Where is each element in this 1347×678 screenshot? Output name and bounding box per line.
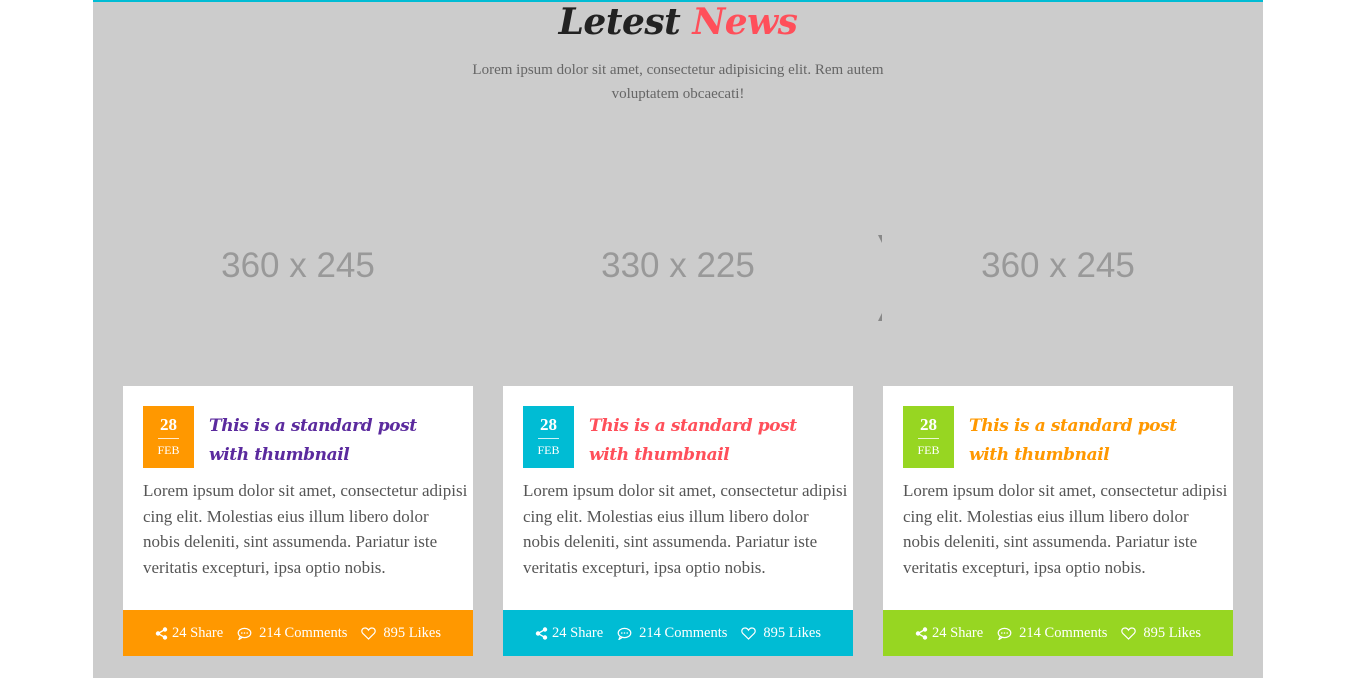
post-body: 28 FEB This is a standard post with thum… bbox=[883, 386, 1233, 610]
comments-link[interactable]: 214 Comments bbox=[237, 625, 347, 642]
share-count: 24 Share bbox=[932, 624, 984, 641]
comments-count: 214 Comments bbox=[639, 624, 728, 641]
date-divider bbox=[538, 438, 559, 439]
date-badge: 28 FEB bbox=[143, 406, 194, 468]
post-title-link[interactable]: This is a standard post with thumbnail bbox=[969, 412, 1219, 470]
comment-icon bbox=[997, 627, 1012, 640]
post-title-link[interactable]: This is a standard post with thumbnail bbox=[209, 412, 459, 470]
date-badge: 28 FEB bbox=[903, 406, 954, 468]
share-count: 24 Share bbox=[552, 624, 604, 641]
heart-icon bbox=[741, 626, 757, 640]
date-day: 28 bbox=[540, 415, 557, 434]
heading-word-1: Letest bbox=[558, 1, 681, 43]
likes-link[interactable]: 895 Likes bbox=[741, 625, 821, 642]
share-icon bbox=[915, 626, 928, 640]
likes-count: 895 Likes bbox=[763, 624, 821, 641]
post-title-link[interactable]: This is a standard post with thumbnail bbox=[589, 412, 839, 470]
comments-link[interactable]: 214 Comments bbox=[997, 625, 1107, 642]
share-icon bbox=[155, 626, 168, 640]
date-divider bbox=[158, 438, 179, 439]
post-meta-bar: 24 Share 214 Comments 895 Likes bbox=[883, 610, 1233, 656]
share-icon bbox=[535, 626, 548, 640]
share-link[interactable]: 24 Share bbox=[535, 625, 603, 642]
heart-icon bbox=[361, 626, 377, 640]
likes-link[interactable]: 895 Likes bbox=[361, 625, 441, 642]
comments-count: 214 Comments bbox=[1019, 624, 1108, 641]
thumbnail-placeholder-label: 360 x 245 bbox=[221, 245, 375, 285]
thumbnail-placeholder-label: 360 x 245 bbox=[981, 245, 1135, 285]
comment-icon bbox=[617, 627, 632, 640]
heading-word-2: News bbox=[692, 1, 798, 43]
post-thumbnail[interactable]: 330 x 225 bbox=[503, 145, 853, 386]
post-excerpt: Lorem ipsum dolor sit amet, consectetur … bbox=[143, 481, 468, 577]
date-day: 28 bbox=[160, 415, 177, 434]
post-body: 28 FEB This is a standard post with thum… bbox=[123, 386, 473, 610]
post-card: 360 x 245 28 FEB This is a standard post… bbox=[123, 145, 473, 656]
share-link[interactable]: 24 Share bbox=[155, 625, 223, 642]
post-body: 28 FEB This is a standard post with thum… bbox=[503, 386, 853, 610]
date-month: FEB bbox=[157, 443, 180, 457]
latest-news-section: Letest News Lorem ipsum dolor sit amet, … bbox=[93, 0, 1263, 678]
section-subtitle: Lorem ipsum dolor sit amet, consectetur … bbox=[472, 62, 884, 102]
share-count: 24 Share bbox=[172, 624, 224, 641]
post-card: 360 x 245 28 FEB This is a standard post… bbox=[883, 145, 1233, 656]
date-badge: 28 FEB bbox=[523, 406, 574, 468]
post-card: 330 x 225 28 FEB This is a standard post… bbox=[503, 145, 853, 656]
heart-icon bbox=[1121, 626, 1137, 640]
post-excerpt: Lorem ipsum dolor sit amet, consectetur … bbox=[903, 481, 1228, 577]
post-thumbnail[interactable]: 360 x 245 bbox=[123, 145, 473, 386]
likes-link[interactable]: 895 Likes bbox=[1121, 625, 1201, 642]
likes-count: 895 Likes bbox=[1143, 624, 1201, 641]
comment-icon bbox=[237, 627, 252, 640]
date-day: 28 bbox=[920, 415, 937, 434]
post-meta-bar: 24 Share 214 Comments 895 Likes bbox=[123, 610, 473, 656]
comments-count: 214 Comments bbox=[259, 624, 348, 641]
post-excerpt: Lorem ipsum dolor sit amet, consectetur … bbox=[523, 481, 848, 577]
likes-count: 895 Likes bbox=[383, 624, 441, 641]
post-meta-bar: 24 Share 214 Comments 895 Likes bbox=[503, 610, 853, 656]
date-divider bbox=[918, 438, 939, 439]
share-link[interactable]: 24 Share bbox=[915, 625, 983, 642]
section-heading: Letest News bbox=[93, 2, 1263, 42]
thumbnail-placeholder-label: 330 x 225 bbox=[601, 245, 755, 285]
date-month: FEB bbox=[537, 443, 560, 457]
date-month: FEB bbox=[917, 443, 940, 457]
comments-link[interactable]: 214 Comments bbox=[617, 625, 727, 642]
post-thumbnail[interactable]: 360 x 245 bbox=[883, 145, 1233, 386]
